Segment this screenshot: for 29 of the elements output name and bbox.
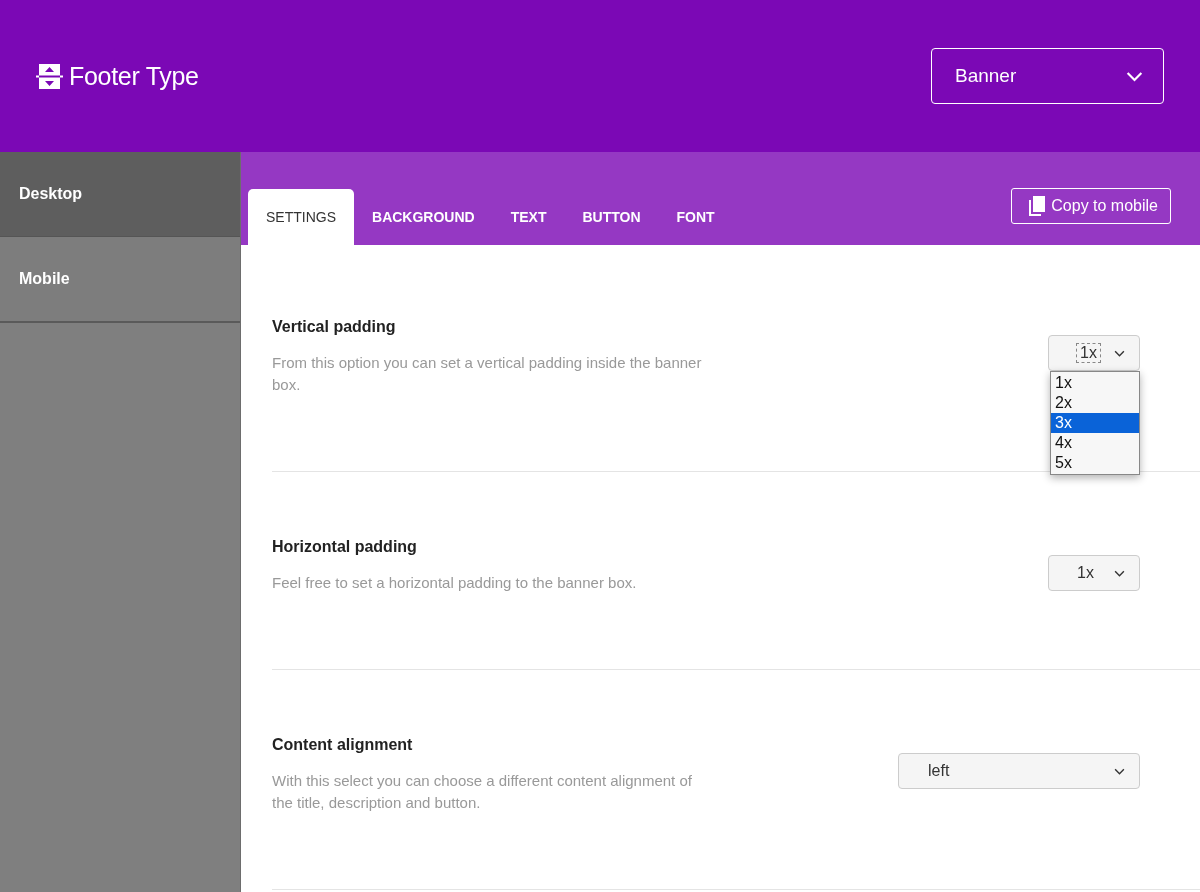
page-title: Footer Type: [69, 61, 199, 91]
footer-type-select[interactable]: Banner: [931, 48, 1164, 104]
dropdown-option[interactable]: 1x: [1051, 373, 1139, 393]
setting-title: Content alignment: [272, 736, 414, 754]
setting-description: Feel free to set a horizontal padding to the banner box.: [272, 573, 638, 593]
chevron-down-icon: [1126, 70, 1143, 82]
copy-icon: [1029, 196, 1046, 216]
dropdown-option[interactable]: 3x: [1051, 413, 1139, 433]
select-field[interactable]: 1x: [1048, 335, 1140, 371]
dropdown-option[interactable]: 4x: [1051, 433, 1139, 453]
copy-to-mobile-button[interactable]: Copy to mobile: [1011, 188, 1171, 224]
tab[interactable]: FONT: [658, 189, 733, 245]
select-field[interactable]: 1x: [1048, 555, 1140, 591]
tab[interactable]: SETTINGS: [248, 189, 354, 245]
chevron-down-icon: [1114, 349, 1125, 357]
dropdown-option[interactable]: 5x: [1051, 453, 1139, 473]
chevron-down-icon: [1114, 569, 1125, 577]
select-field[interactable]: left: [898, 753, 1140, 789]
chevron-down-icon: [1114, 767, 1125, 775]
setting-title: Vertical padding: [272, 318, 397, 336]
setting-description: From this option you can set a vertical padding inside the banner box.: [272, 353, 703, 395]
dropdown-option[interactable]: 2x: [1051, 393, 1139, 413]
setting-description: With this select you can choose a different content alignment of the title, description and button.: [272, 771, 693, 813]
expand-collapse-icon: [36, 63, 63, 89]
tab[interactable]: BACKGROUND: [354, 189, 493, 245]
tab[interactable]: BUTTON: [564, 189, 659, 245]
sidebar-item[interactable]: Desktop: [0, 152, 240, 237]
tab[interactable]: TEXT: [492, 189, 565, 245]
setting-title: Horizontal padding: [272, 538, 418, 556]
